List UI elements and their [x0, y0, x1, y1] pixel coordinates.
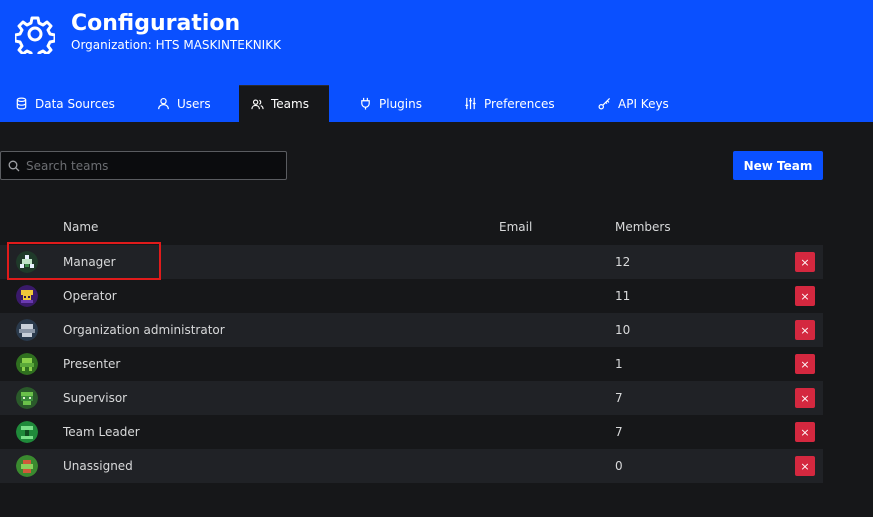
team-name[interactable]: Supervisor: [63, 391, 127, 405]
column-header-name[interactable]: Name: [63, 220, 98, 234]
tab-plugins[interactable]: Plugins: [347, 85, 436, 122]
users-icon: [251, 98, 264, 109]
team-members-count: 10: [615, 323, 631, 337]
team-avatar: [16, 353, 38, 375]
tab-label: API Keys: [618, 96, 669, 111]
delete-team-button[interactable]: ×: [795, 354, 815, 374]
table-row[interactable]: Unassigned 0 ×: [0, 449, 823, 483]
delete-team-button[interactable]: ×: [795, 320, 815, 340]
tab-api-keys[interactable]: API Keys: [586, 85, 683, 122]
team-members-count: 7: [615, 391, 623, 405]
team-name[interactable]: Presenter: [63, 357, 120, 371]
organization-subtitle: Organization: HTS MASKINTEKNIKK: [71, 38, 281, 52]
delete-team-button[interactable]: ×: [795, 252, 815, 272]
delete-team-button[interactable]: ×: [795, 286, 815, 306]
table-row[interactable]: Presenter 1 ×: [0, 347, 823, 381]
tab-label: Teams: [271, 97, 309, 111]
tab-label: Users: [177, 96, 211, 111]
team-name[interactable]: Operator: [63, 289, 117, 303]
gear-icon: [15, 16, 55, 54]
delete-team-button[interactable]: ×: [795, 422, 815, 442]
team-avatar: [16, 319, 38, 341]
team-avatar: [16, 387, 38, 409]
team-members-count: 0: [615, 459, 623, 473]
team-avatar: [16, 455, 38, 477]
team-members-count: 7: [615, 425, 623, 439]
new-team-button[interactable]: New Team: [733, 151, 823, 180]
table-row[interactable]: Operator 11 ×: [0, 279, 823, 313]
team-members-count: 1: [615, 357, 623, 371]
team-members-count: 11: [615, 289, 631, 303]
page-header: Configuration Organization: HTS MASKINTE…: [0, 0, 873, 122]
tab-teams[interactable]: Teams: [239, 85, 329, 122]
highlight-box: [7, 242, 161, 280]
key-icon: [598, 97, 611, 110]
plug-icon: [361, 97, 370, 110]
tab-data-sources[interactable]: Data Sources: [3, 85, 129, 122]
table-row[interactable]: Organization administrator 10 ×: [0, 313, 823, 347]
sliders-icon: [465, 97, 476, 110]
team-members-count: 12: [615, 255, 631, 269]
tab-preferences[interactable]: Preferences: [452, 85, 569, 122]
delete-team-button[interactable]: ×: [795, 388, 815, 408]
search-input[interactable]: [26, 158, 276, 173]
column-header-email[interactable]: Email: [499, 220, 532, 234]
team-name[interactable]: Unassigned: [63, 459, 133, 473]
tab-label: Data Sources: [35, 96, 115, 111]
team-name[interactable]: Team Leader: [63, 425, 140, 439]
database-icon: [16, 97, 27, 110]
table-row[interactable]: Supervisor 7 ×: [0, 381, 823, 415]
tab-label: Plugins: [379, 96, 422, 111]
column-header-members[interactable]: Members: [615, 220, 671, 234]
team-avatar: [16, 285, 38, 307]
team-name[interactable]: Organization administrator: [63, 323, 225, 337]
delete-team-button[interactable]: ×: [795, 456, 815, 476]
tab-label: Preferences: [484, 96, 555, 111]
team-avatar: [16, 421, 38, 443]
user-icon: [158, 97, 169, 110]
table-row[interactable]: Team Leader 7 ×: [0, 415, 823, 449]
search-icon: [8, 160, 20, 171]
tab-users[interactable]: Users: [145, 85, 225, 122]
page-title: Configuration: [71, 11, 241, 36]
search-box: [0, 151, 287, 180]
